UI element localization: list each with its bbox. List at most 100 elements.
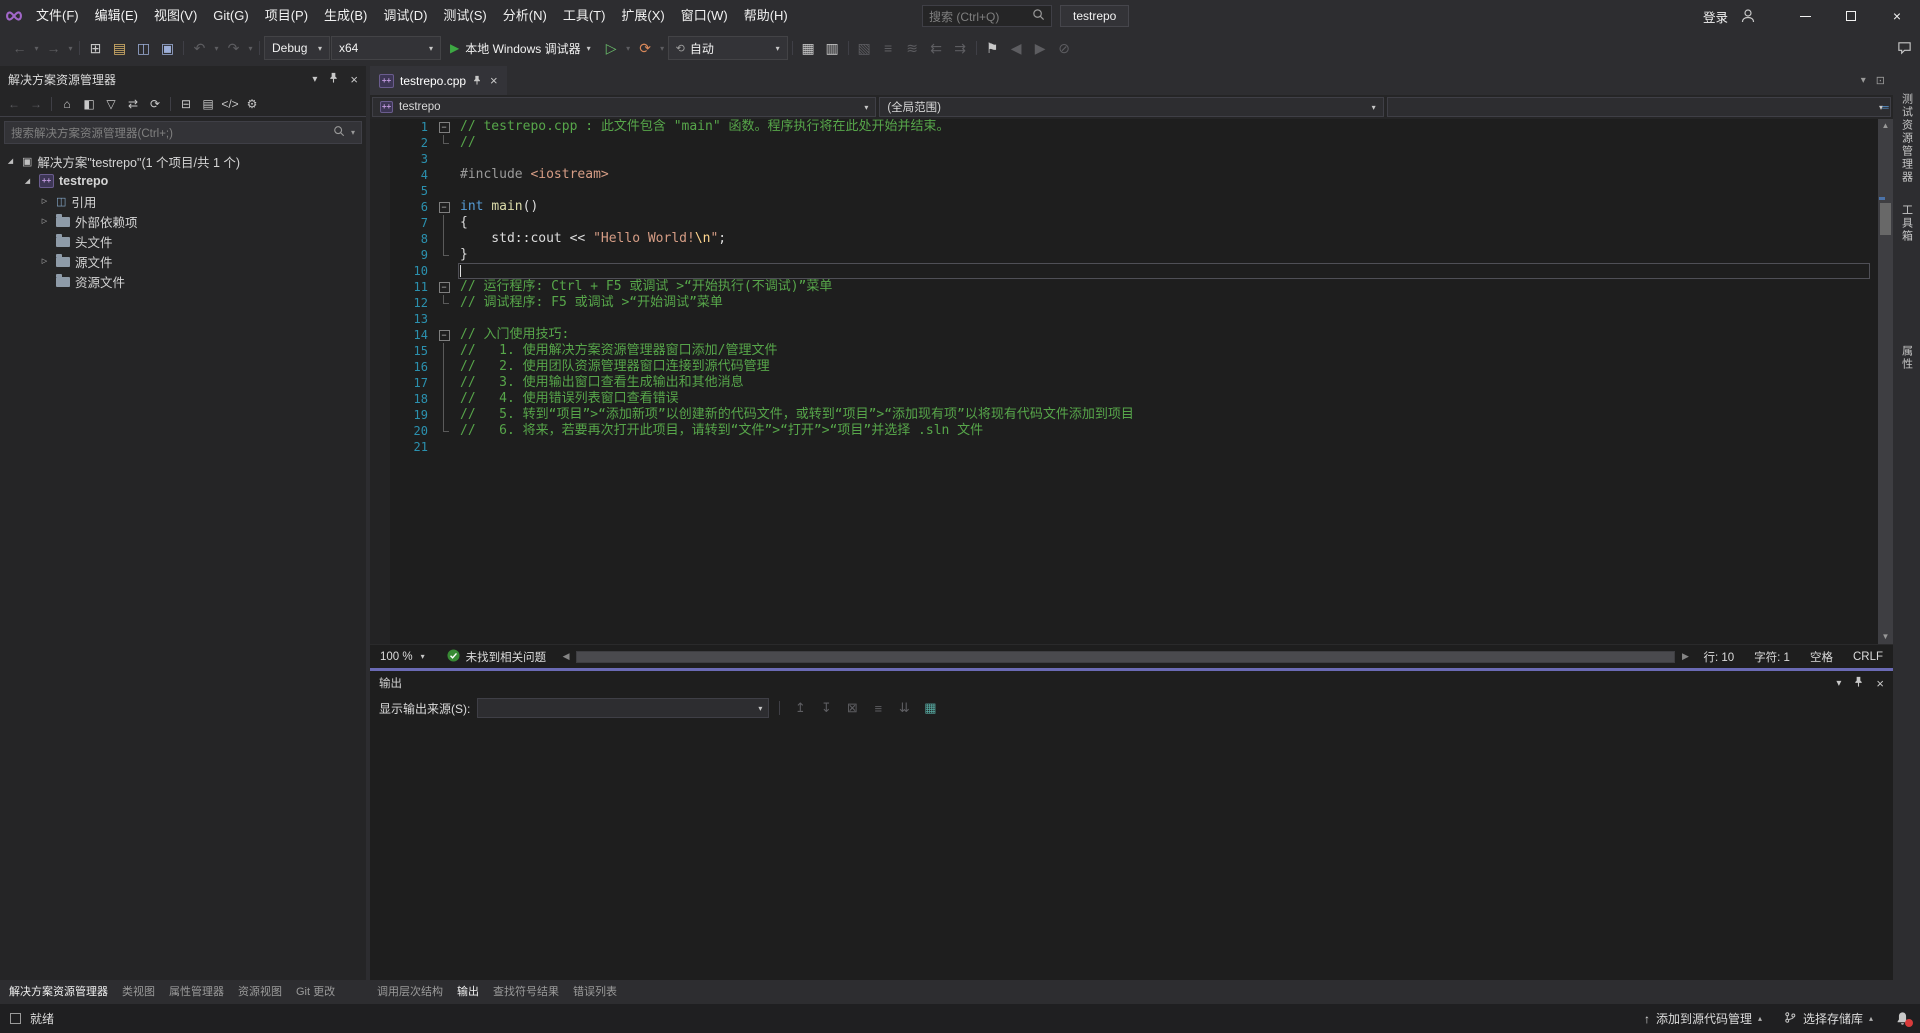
uncomment-lines-icon[interactable]: ≋ (901, 36, 924, 60)
tool-window-tab-调用层次结构[interactable]: 调用层次结构 (370, 980, 450, 1004)
window-position-icon[interactable]: ▾ (1836, 678, 1841, 689)
zoom-dropdown[interactable]: 100 % ▾ (370, 651, 435, 663)
tree-expander-icon[interactable]: ◢ (4, 157, 17, 165)
tree-item[interactable]: ◢++testrepo (0, 171, 366, 191)
menu-item-扩展(X)[interactable]: 扩展(X) (613, 0, 672, 32)
line-indicator[interactable]: 行: 10 (1703, 649, 1734, 665)
tree-expander-icon[interactable]: ▷ (38, 217, 51, 225)
window-position-icon[interactable]: ▾ (312, 74, 317, 85)
search-options-caret-icon[interactable]: ▾ (351, 128, 355, 137)
open-file-icon[interactable]: ▤ (108, 36, 131, 60)
fold-marker-icon[interactable]: − (436, 279, 452, 295)
solution-explorer-search-box[interactable]: 搜索解决方案资源管理器(Ctrl+;) ▾ (4, 121, 362, 144)
nav-backward-icon[interactable]: ← (4, 94, 24, 114)
properties-icon[interactable]: ⚙ (242, 94, 262, 114)
redo-icon[interactable]: ↷ (222, 36, 245, 60)
active-files-dropdown-icon[interactable]: ▾ (1861, 75, 1866, 86)
menu-item-帮助(H)[interactable]: 帮助(H) (736, 0, 796, 32)
increase-indent-icon[interactable]: ⇉ (949, 36, 972, 60)
decrease-indent-icon[interactable]: ⇇ (925, 36, 948, 60)
goto-previous-message-icon[interactable]: ↥ (790, 698, 810, 718)
save-all-icon[interactable]: ▣ (156, 36, 179, 60)
fold-marker-icon[interactable]: − (436, 199, 452, 215)
send-feedback-icon[interactable] (1897, 40, 1912, 60)
find-in-files-icon[interactable]: ▧ (853, 36, 876, 60)
editor-vertical-scrollbar[interactable]: ▲ ▼ (1878, 119, 1893, 644)
dropdown-caret-icon[interactable]: ▾ (32, 44, 41, 53)
eol-indicator[interactable]: CRLF (1853, 651, 1883, 663)
code-line[interactable]: 5 (370, 183, 1878, 199)
dropdown-caret-icon[interactable]: ▾ (658, 44, 667, 53)
window-options-icon[interactable]: ⊡ (1876, 74, 1885, 87)
toggle-bookmark-icon[interactable]: ⚑ (981, 36, 1004, 60)
breakpoints-window-icon[interactable]: ▦ (797, 36, 820, 60)
pin-icon[interactable] (328, 72, 339, 86)
code-line[interactable]: 3 (370, 151, 1878, 167)
tool-window-tab-属性管理器[interactable]: 属性管理器 (162, 980, 231, 1004)
dropdown-caret-icon[interactable]: ▾ (624, 44, 633, 53)
close-icon[interactable]: × (350, 72, 358, 87)
word-wrap-icon[interactable]: ≡ (868, 698, 888, 718)
minimize-button[interactable] (1782, 0, 1828, 32)
tree-item[interactable]: ▷源文件 (0, 251, 366, 271)
nav-forward-icon[interactable]: → (26, 94, 46, 114)
code-line[interactable]: 21 (370, 439, 1878, 455)
editor-split-grip[interactable]: ═ (1878, 96, 1893, 118)
editor-horizontal-scrollbar[interactable] (576, 651, 1675, 663)
menu-item-窗口(W)[interactable]: 窗口(W) (673, 0, 736, 32)
code-line[interactable]: 8 std::cout << "Hello World!\n"; (370, 231, 1878, 247)
menu-item-分析(N)[interactable]: 分析(N) (495, 0, 555, 32)
code-line[interactable]: 6−int main() (370, 199, 1878, 215)
menu-item-测试(S)[interactable]: 测试(S) (435, 0, 494, 32)
menu-item-文件(F)[interactable]: 文件(F) (28, 0, 87, 32)
tree-item[interactable]: ▷◫引用 (0, 191, 366, 211)
home-icon[interactable]: ⌂ (57, 94, 77, 114)
previous-bookmark-icon[interactable]: ◀ (1005, 36, 1028, 60)
pin-icon[interactable] (1853, 676, 1864, 690)
solution-platform-dropdown[interactable]: x64▾ (331, 36, 441, 60)
dropdown-caret-icon[interactable]: ▾ (66, 44, 75, 53)
menu-item-项目(P)[interactable]: 项目(P) (257, 0, 316, 32)
new-project-icon[interactable]: ⊞ (84, 36, 107, 60)
collapsed-tool-window-tab-工具箱[interactable]: 工具箱 (1899, 201, 1915, 246)
spaces-indicator[interactable]: 空格 (1810, 649, 1833, 665)
tool-window-tab-类视图[interactable]: 类视图 (115, 980, 162, 1004)
scope-dropdown[interactable]: (全局范围) ▾ (879, 97, 1383, 117)
code-line[interactable]: 18// 4. 使用错误列表窗口查看错误 (370, 391, 1878, 407)
menu-item-生成(B)[interactable]: 生成(B) (316, 0, 375, 32)
dropdown-caret-icon[interactable]: ▾ (212, 44, 221, 53)
scroll-left-icon[interactable]: ◀ (558, 651, 574, 662)
tool-window-tab-输出[interactable]: 输出 (450, 980, 486, 1004)
menu-item-编辑(E)[interactable]: 编辑(E) (87, 0, 146, 32)
menu-item-工具(T)[interactable]: 工具(T) (555, 0, 614, 32)
code-line[interactable]: 1−// testrepo.cpp : 此文件包含 "main" 函数。程序执行… (370, 119, 1878, 135)
tool-window-tab-Git 更改[interactable]: Git 更改 (289, 980, 342, 1004)
code-line[interactable]: 16// 2. 使用团队资源管理器窗口连接到源代码管理 (370, 359, 1878, 375)
select-repository-button[interactable]: 选择存储库 ▴ (1784, 1010, 1873, 1027)
code-line[interactable]: 4#include <iostream> (370, 167, 1878, 183)
tree-expander-icon[interactable]: ▷ (38, 197, 51, 205)
collapsed-tool-window-tab-测试资源管理器[interactable]: 测试资源管理器 (1899, 90, 1915, 187)
scroll-right-icon[interactable]: ▶ (1677, 651, 1693, 662)
scroll-up-icon[interactable]: ▲ (1878, 119, 1893, 133)
start-debugging-button[interactable]: ▶本地 Windows 调试器▾ (442, 36, 599, 60)
toggle-autoscroll-icon[interactable]: ⇊ (894, 698, 914, 718)
code-line[interactable]: 7{ (370, 215, 1878, 231)
scrollbar-thumb[interactable] (1880, 203, 1891, 235)
document-health-indicator[interactable]: 未找到相关问题 (447, 649, 547, 665)
debug-target-dropdown[interactable]: ⟲自动▾ (668, 36, 788, 60)
collapse-all-icon[interactable]: ⊟ (176, 94, 196, 114)
user-avatar-icon[interactable] (1740, 8, 1756, 24)
menu-item-Git(G)[interactable]: Git(G) (205, 0, 256, 32)
nav-backward-icon[interactable]: ← (8, 36, 31, 60)
project-dropdown[interactable]: ++ testrepo ▾ (372, 97, 876, 117)
solution-explorer-header[interactable]: 解决方案资源管理器 ▾ × (0, 66, 366, 92)
code-line[interactable]: 13 (370, 311, 1878, 327)
code-line[interactable]: 11−// 运行程序: Ctrl + F5 或调试 >“开始执行(不调试)”菜单 (370, 279, 1878, 295)
show-all-files-icon[interactable]: ▤ (198, 94, 218, 114)
document-tab-active[interactable]: ++ testrepo.cpp × (370, 66, 507, 95)
code-line[interactable]: 17// 3. 使用输出窗口查看生成输出和其他消息 (370, 375, 1878, 391)
quick-search-box[interactable]: 搜索 (Ctrl+Q) (922, 5, 1052, 27)
menu-item-视图(V)[interactable]: 视图(V) (146, 0, 205, 32)
switch-views-icon[interactable]: ◧ (79, 94, 99, 114)
